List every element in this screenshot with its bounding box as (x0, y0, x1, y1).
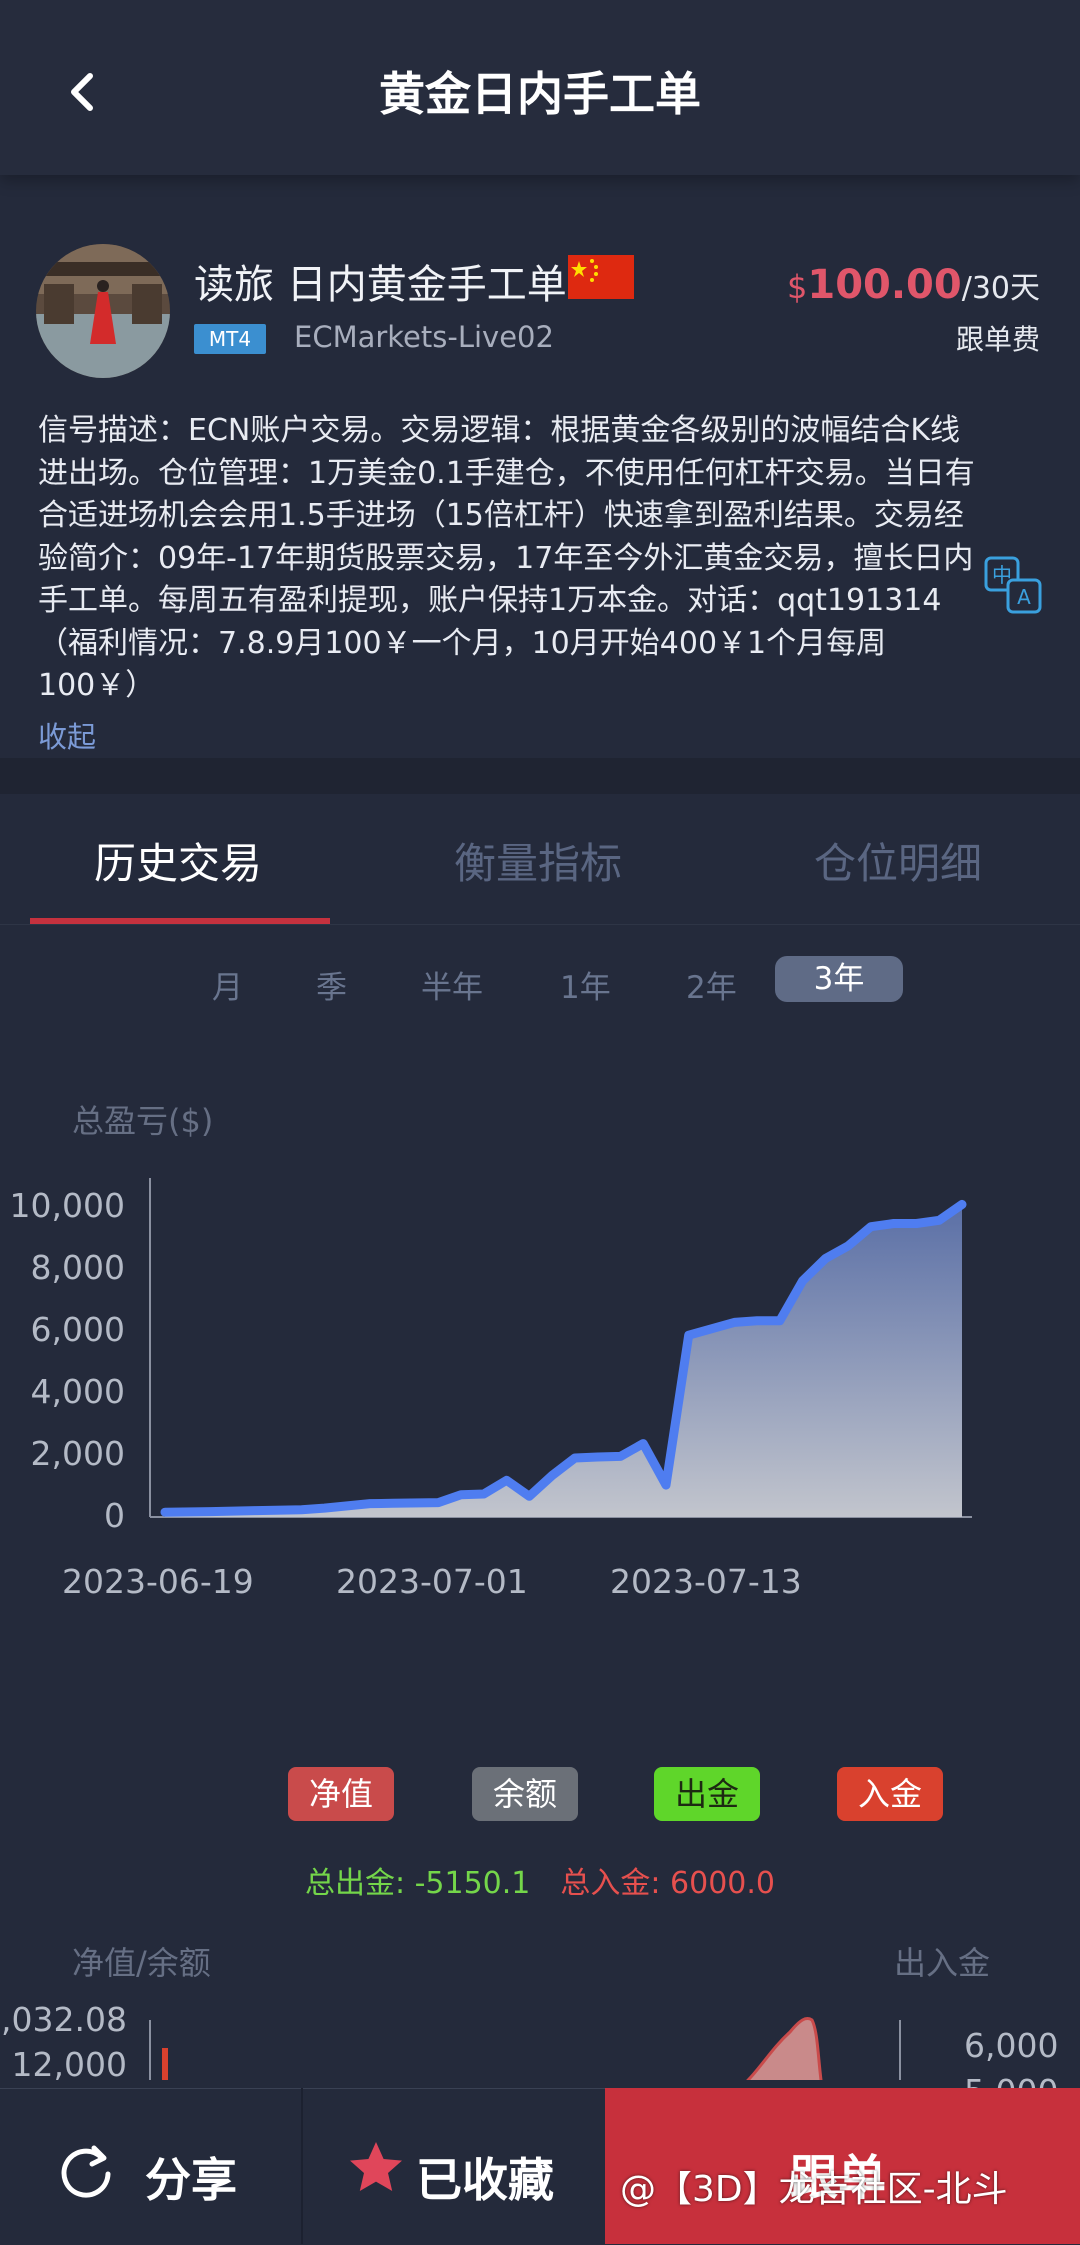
price-label: 跟单费 (955, 323, 1040, 356)
period-quarter[interactable]: 季 (316, 962, 347, 1007)
share-label: 分享 (145, 2153, 237, 2207)
star-icon (350, 2142, 402, 2191)
top-bar: 黄金日内手工单 (0, 0, 1080, 175)
pnl-area-chart[interactable] (0, 1080, 1080, 1620)
period-month[interactable]: 月 (212, 962, 243, 1007)
equity-funds-chart[interactable] (0, 1920, 1080, 2080)
tab-metrics[interactable]: 衡量指标 (454, 830, 622, 891)
period-3-year[interactable]: 3年 (775, 956, 903, 1002)
tab-history[interactable]: 历史交易 (94, 830, 262, 891)
share-icon (61, 2145, 111, 2198)
tab-positions[interactable]: 仓位明细 (814, 830, 982, 891)
section-divider (0, 758, 1080, 794)
page-title: 黄金日内手工单 (379, 67, 701, 121)
signal-description: 信号描述：ECN账户交易。交易逻辑：根据黄金各级别的波幅结合K线进出场。仓位管理… (38, 413, 975, 703)
collapse-link[interactable]: 收起 (38, 714, 96, 756)
chart2-area (746, 2017, 823, 2080)
chart2-bar (162, 2048, 168, 2080)
price-amount: 100.00 (807, 262, 962, 308)
china-flag-icon (568, 255, 634, 299)
total-withdraw: 总出金: -5150.1 (304, 1866, 531, 1901)
translate-icon[interactable]: 中 A (982, 554, 1044, 616)
platform-badge: MT4 (194, 324, 266, 354)
legend-withdraw[interactable]: 出金 (654, 1767, 760, 1821)
period-half-year[interactable]: 半年 (421, 962, 483, 1007)
svg-text:A: A (1017, 585, 1031, 609)
legend-balance[interactable]: 余额 (472, 1767, 578, 1821)
period-1-year[interactable]: 1年 (560, 962, 611, 1007)
tab-divider (0, 924, 1080, 925)
active-tab-indicator (30, 918, 330, 924)
legend-net-value[interactable]: 净值 (288, 1767, 394, 1821)
legend-deposit[interactable]: 入金 (837, 1767, 943, 1821)
period-2-year[interactable]: 2年 (686, 962, 737, 1007)
totals-summary: 总出金: -5150.1 总入金: 6000.0 (0, 1858, 1080, 1902)
favorite-label: 已收藏 (416, 2153, 554, 2207)
total-deposit: 总入金: 6000.0 (560, 1866, 776, 1901)
provider-name: 读旅 日内黄金手工单 (194, 262, 567, 308)
account-name: ECMarkets-Live02 (294, 320, 554, 354)
subscription-price: $100.00/30天 (787, 262, 1040, 308)
avatar[interactable] (36, 244, 170, 378)
watermark: @【3D】龙吉社区-北斗 (620, 2169, 1008, 2210)
price-period: /30天 (961, 271, 1040, 306)
price-currency: $ (787, 268, 808, 306)
